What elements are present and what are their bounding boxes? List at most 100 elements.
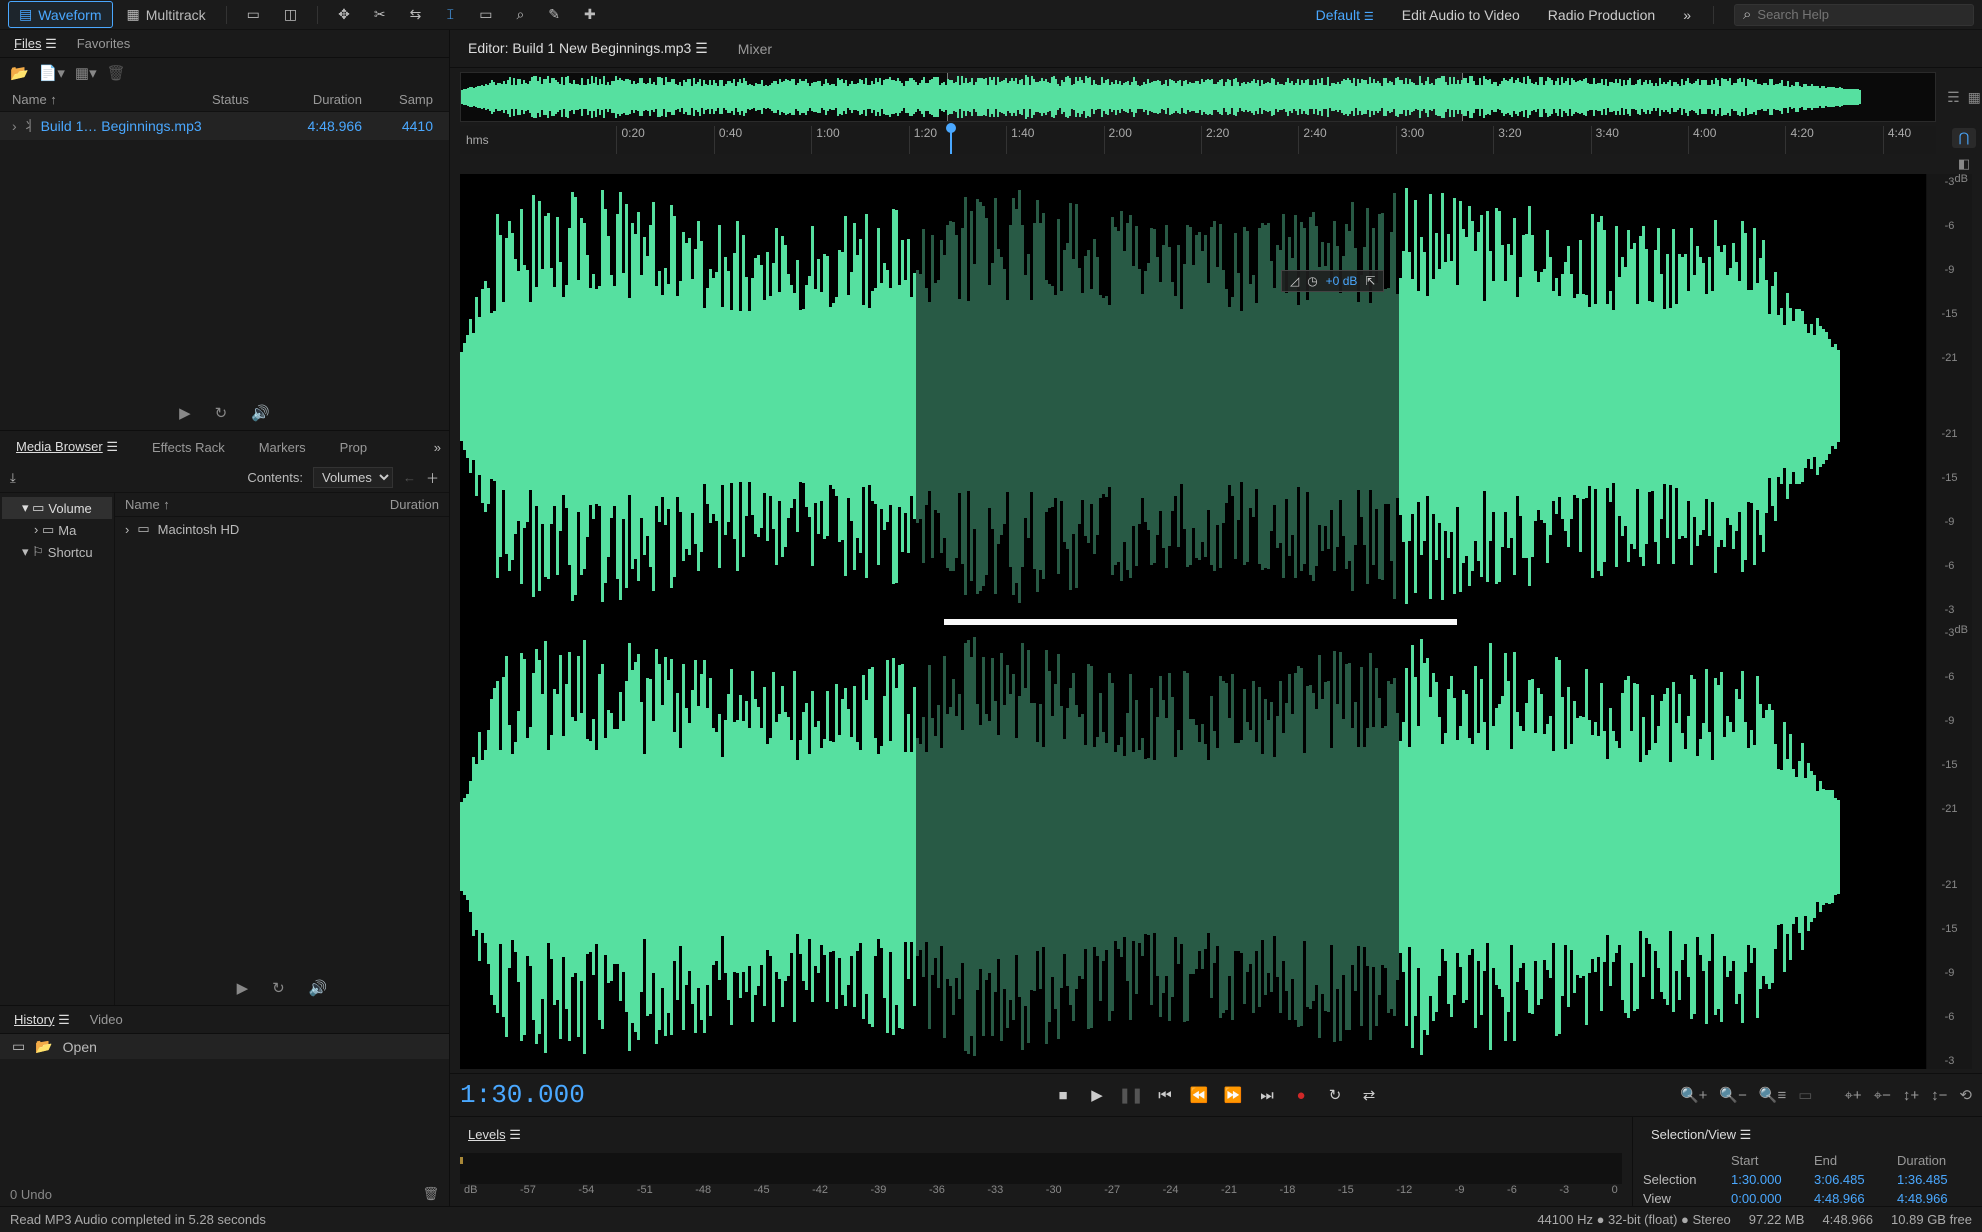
tab-properties[interactable]: Prop: [332, 436, 375, 459]
rewind-button[interactable]: ⏪: [1189, 1085, 1209, 1105]
open-file-icon[interactable]: 📂: [10, 64, 29, 82]
tab-effects-rack[interactable]: Effects Rack: [144, 436, 233, 459]
workspace-edit-video[interactable]: Edit Audio to Video: [1390, 3, 1532, 27]
play-preview-icon[interactable]: ▶: [237, 979, 249, 997]
skip-back-button[interactable]: ⏮: [1155, 1085, 1175, 1105]
view-end[interactable]: 4:48.966: [1814, 1191, 1889, 1206]
history-item[interactable]: ▭ 📂 Open: [0, 1034, 449, 1059]
zoom-out-v-icon[interactable]: ↕−: [1931, 1087, 1947, 1104]
time-ruler[interactable]: hms 0:200:401:001:201:402:002:202:403:00…: [460, 126, 1936, 154]
tool-brush-button[interactable]: ✎: [538, 2, 570, 27]
loop-button[interactable]: ↻: [1325, 1085, 1345, 1105]
overview-options-icon[interactable]: ▦: [1968, 89, 1981, 106]
tab-media-browser[interactable]: Media Browser ☰: [8, 435, 126, 459]
new-file-icon[interactable]: 📄▾: [39, 64, 65, 82]
auto-play-icon[interactable]: 🔊: [251, 404, 270, 422]
media-tree[interactable]: ▾ ▭ Volume › ▭ Ma ▾ ⚐ Shortcu: [0, 493, 115, 1005]
multitrack-mode-button[interactable]: ▦ Multitrack: [117, 2, 216, 27]
tree-node-mac[interactable]: › ▭ Ma: [2, 519, 112, 541]
workspace-radio[interactable]: Radio Production: [1536, 3, 1667, 27]
new-multitrack-icon[interactable]: ▦▾: [75, 64, 97, 82]
tool-spectral-button[interactable]: ▭: [237, 2, 270, 27]
skip-selection-button[interactable]: ⇄: [1359, 1085, 1379, 1105]
loop-preview-icon[interactable]: ↻: [215, 404, 228, 422]
mb-col-name[interactable]: Name ↑: [125, 497, 390, 512]
sel-end[interactable]: 3:06.485: [1814, 1172, 1889, 1187]
tree-node-shortcuts[interactable]: ▾ ⚐ Shortcu: [2, 541, 112, 563]
contents-dropdown[interactable]: Volumes: [313, 467, 393, 488]
db-tick: -15: [1942, 472, 1958, 484]
sel-start[interactable]: 1:30.000: [1731, 1172, 1806, 1187]
search-help[interactable]: ⌕: [1734, 4, 1974, 26]
tab-levels[interactable]: Levels ☰: [460, 1123, 529, 1147]
tab-selection-view[interactable]: Selection/View ☰: [1643, 1123, 1759, 1147]
loop-preview-icon[interactable]: ↻: [272, 979, 285, 997]
skip-forward-button[interactable]: ⏭: [1257, 1085, 1277, 1105]
record-button[interactable]: ●: [1291, 1085, 1311, 1105]
mixer-tab[interactable]: Mixer: [730, 37, 780, 61]
auto-play-icon[interactable]: 🔊: [309, 979, 328, 997]
tool-heal-button[interactable]: ✚: [574, 2, 606, 27]
stop-button[interactable]: ■: [1053, 1085, 1073, 1105]
fade-icon[interactable]: ◿: [1290, 274, 1299, 288]
tree-node-volumes[interactable]: ▾ ▭ Volume: [2, 497, 112, 519]
markers-toggle[interactable]: ◧: [1952, 154, 1976, 174]
pin-icon[interactable]: ⇱: [1365, 274, 1375, 288]
tab-markers[interactable]: Markers: [251, 436, 314, 459]
workspace-more[interactable]: »: [1671, 3, 1703, 27]
delete-icon[interactable]: 🗑: [107, 64, 126, 82]
col-status[interactable]: Status: [212, 92, 272, 107]
search-input[interactable]: [1757, 7, 1965, 22]
zoom-in-point-icon[interactable]: ⌖+: [1844, 1087, 1861, 1104]
chevrons-right-icon[interactable]: »: [434, 440, 441, 455]
tab-favorites[interactable]: Favorites: [69, 32, 138, 55]
back-icon[interactable]: ←: [403, 470, 416, 485]
zoom-reset-icon[interactable]: ⟲: [1959, 1086, 1972, 1104]
clock-icon[interactable]: ◷: [1307, 274, 1317, 288]
play-button[interactable]: ▶: [1087, 1085, 1107, 1105]
file-row[interactable]: ›⺦ Build 1… Beginnings.mp3 4:48.966 4410: [0, 112, 449, 140]
tool-time-select-button[interactable]: 𝙸: [435, 2, 465, 27]
editor-tab[interactable]: Editor: Build 1 New Beginnings.mp3 ☰: [460, 36, 716, 61]
snap-toggle[interactable]: ⋂: [1952, 128, 1976, 148]
view-duration[interactable]: 4:48.966: [1897, 1191, 1972, 1206]
tool-razor-button[interactable]: ✂: [364, 2, 396, 27]
trash-icon[interactable]: 🗑: [422, 1186, 439, 1202]
import-icon[interactable]: ⤓: [10, 470, 16, 486]
pause-button[interactable]: ❚❚: [1121, 1085, 1141, 1105]
view-start[interactable]: 0:00.000: [1731, 1191, 1806, 1206]
zoom-out-h-icon[interactable]: 🔍−: [1719, 1086, 1746, 1104]
play-preview-icon[interactable]: ▶: [179, 404, 191, 422]
overview-waveform[interactable]: [460, 72, 1936, 122]
tab-history[interactable]: History ☰: [6, 1008, 78, 1032]
mb-list-item[interactable]: ›▭Macintosh HD: [115, 517, 449, 541]
gain-hud[interactable]: ◿ ◷ +0 dB ⇱: [1281, 270, 1384, 292]
tool-pitch-button[interactable]: ◫: [274, 2, 307, 27]
workspace-default[interactable]: Default ☰: [1304, 3, 1386, 27]
tool-marquee-button[interactable]: ▭: [469, 2, 502, 27]
playhead[interactable]: [950, 126, 952, 154]
col-samples[interactable]: Samp: [362, 92, 437, 107]
waveform-display[interactable]: ◿ ◷ +0 dB ⇱: [460, 174, 1926, 1069]
waveform-mode-button[interactable]: ▤ Waveform: [8, 1, 113, 28]
sel-duration[interactable]: 1:36.485: [1897, 1172, 1972, 1187]
col-name[interactable]: Name ↑: [12, 92, 212, 107]
zoom-in-v-icon[interactable]: ↕+: [1903, 1087, 1919, 1104]
fast-forward-button[interactable]: ⏩: [1223, 1085, 1243, 1105]
add-shortcut-icon[interactable]: ＋: [426, 468, 439, 487]
waveform-channel-right[interactable]: [460, 625, 1926, 1070]
tool-move-button[interactable]: ✥: [328, 2, 360, 27]
zoom-full-icon[interactable]: 🔍≡: [1759, 1086, 1786, 1104]
tool-lasso-button[interactable]: ⌕: [506, 2, 534, 27]
col-duration[interactable]: Duration: [272, 92, 362, 107]
zoom-in-h-icon[interactable]: 🔍+: [1680, 1086, 1707, 1104]
waveform-channel-left[interactable]: ◿ ◷ +0 dB ⇱: [460, 174, 1926, 619]
zoom-sel-icon[interactable]: ▭: [1798, 1086, 1812, 1104]
timecode[interactable]: 1:30.000: [460, 1080, 585, 1110]
tool-slip-button[interactable]: ⇆: [400, 2, 432, 27]
zoom-out-point-icon[interactable]: ⌖−: [1874, 1087, 1891, 1104]
tab-files[interactable]: Files ☰: [6, 32, 65, 56]
tab-video[interactable]: Video: [82, 1008, 131, 1031]
overview-menu-icon[interactable]: ☴: [1947, 89, 1960, 106]
mb-col-duration[interactable]: Duration: [390, 497, 439, 512]
